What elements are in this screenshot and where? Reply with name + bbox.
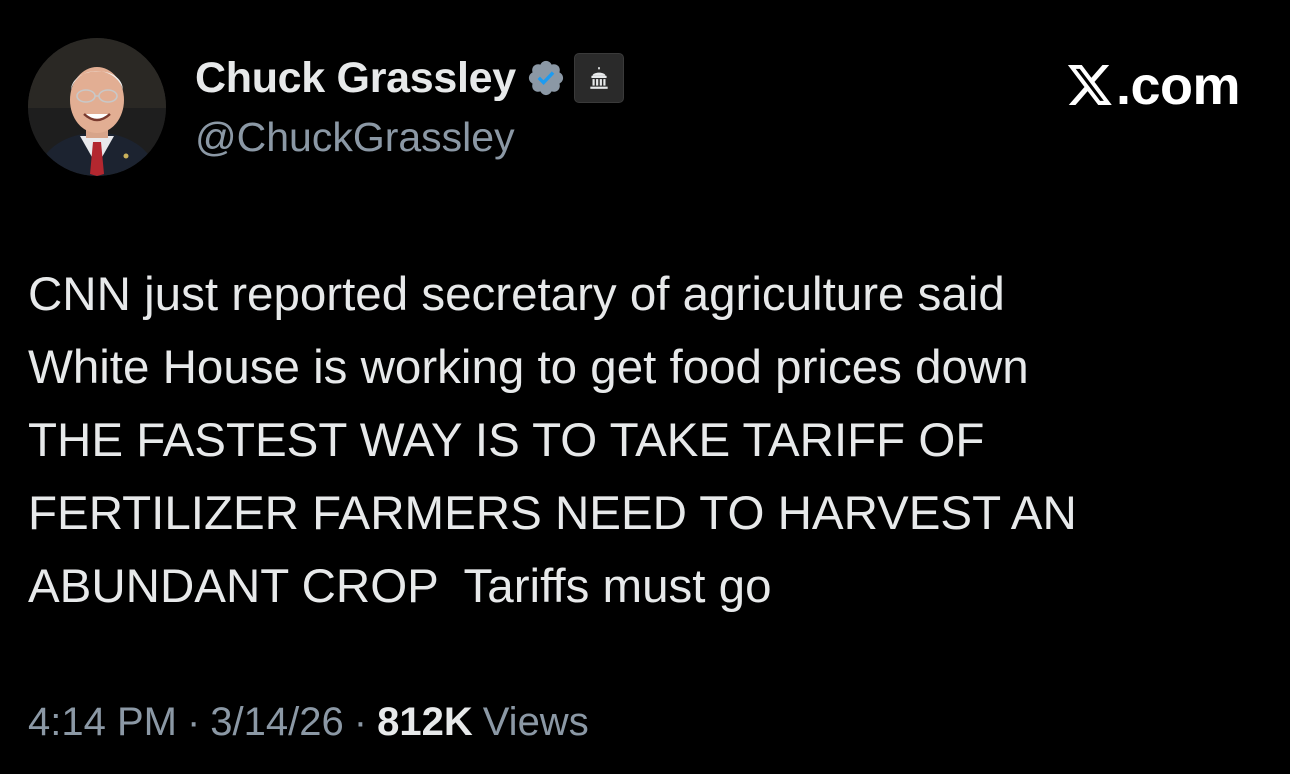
tweet-time[interactable]: 4:14 PM xyxy=(28,700,177,745)
government-building-icon[interactable] xyxy=(573,53,624,103)
separator-dot: · xyxy=(353,700,368,744)
views-label[interactable]: Views xyxy=(483,700,589,745)
author-display-name[interactable]: Chuck Grassley xyxy=(195,54,516,103)
tweet-text-line: THE FASTEST WAY IS TO TAKE TARIFF OF xyxy=(28,414,985,467)
tweet-text: CNN just reported secretary of agricultu… xyxy=(28,258,1228,623)
x-logo-icon xyxy=(1066,63,1114,109)
tweet-metadata: 4:14 PM · 3/14/26 · 812K Views xyxy=(28,700,589,745)
tweet-text-line: ABUNDANT CROP Tariffs must go xyxy=(28,560,772,613)
tweet-text-line: FERTILIZER FARMERS NEED TO HARVEST AN xyxy=(28,487,1077,540)
brand-logo: .com xyxy=(1066,56,1241,116)
avatar[interactable] xyxy=(28,38,166,176)
author-handle[interactable]: @ChuckGrassley xyxy=(195,114,515,161)
separator-dot: · xyxy=(186,700,201,744)
tweet-text-line: CNN just reported secretary of agricultu… xyxy=(28,268,1005,321)
author-name-row: Chuck Grassley xyxy=(195,50,624,106)
brand-domain-text: .com xyxy=(1115,56,1241,116)
views-count[interactable]: 812K xyxy=(377,700,473,745)
avatar-photo xyxy=(28,38,166,176)
tweet-date[interactable]: 3/14/26 xyxy=(210,700,343,745)
tweet-card: Chuck Grassley @ChuckGrassley .com CNN j… xyxy=(0,0,1290,774)
tweet-text-line: White House is working to get food price… xyxy=(28,341,1029,394)
verified-badge-icon[interactable] xyxy=(526,58,566,98)
